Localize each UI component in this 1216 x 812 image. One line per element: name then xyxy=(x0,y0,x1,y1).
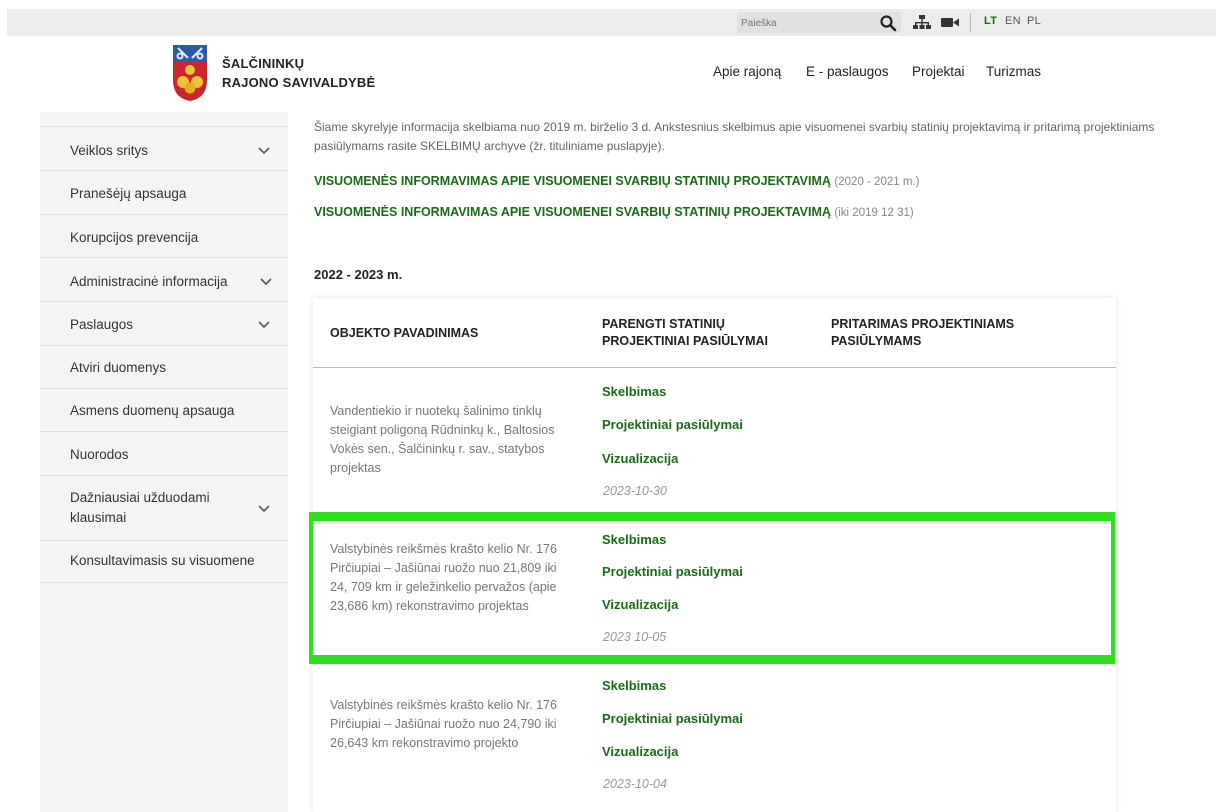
sidebar-item-label: Paslaugos xyxy=(70,317,134,332)
site-logo-text[interactable]: ŠALČININKŲ RAJONO SAVIVALDYBĖ xyxy=(222,54,375,92)
sidebar-item-pranesej-apsauga[interactable]: Pranešėjų apsauga xyxy=(40,171,288,215)
search-icon[interactable] xyxy=(879,14,897,32)
row-date: 2023-10-30 xyxy=(603,484,667,498)
coat-of-arms-logo[interactable] xyxy=(172,44,208,102)
archive-link-2020-2021[interactable]: VISUOMENĖS INFORMAVIMAS APIE VISUOMENEI … xyxy=(314,174,919,188)
sidebar-item-duk[interactable]: Dažniausiai užduodami klausimai xyxy=(40,476,288,541)
sidebar-item-veiklos-sritys[interactable]: Veiklos sritys xyxy=(40,127,288,171)
row-highlight-box xyxy=(309,512,1115,664)
sitemap-icon[interactable] xyxy=(912,14,932,31)
archive-link-text[interactable]: VISUOMENĖS INFORMAVIMAS APIE VISUOMENEI … xyxy=(314,174,831,188)
link-vizualizacija[interactable]: Vizualizacija xyxy=(602,744,678,759)
sidebar-item-label: Pranešėjų apsauga xyxy=(70,186,187,201)
nav-e-paslaugos[interactable]: E - paslaugos xyxy=(806,64,889,79)
sidebar-item-korupcijos-prevencija[interactable]: Korupcijos prevencija xyxy=(40,215,288,258)
chevron-down-icon[interactable] xyxy=(258,505,270,513)
lang-pl[interactable]: PL xyxy=(1027,15,1041,27)
sidebar-item-label: Konsultavimasis su visuomene xyxy=(70,553,255,568)
sidebar-item-atviri-duomenys[interactable]: Atviri duomenys xyxy=(40,346,288,389)
video-icon[interactable] xyxy=(940,14,960,31)
archive-link-iki-2019[interactable]: VISUOMENĖS INFORMAVIMAS APIE VISUOMENEI … xyxy=(314,205,914,219)
sidebar-item-partial[interactable] xyxy=(40,112,288,127)
project-name: Vandentiekio ir nuotekų šalinimo tinklų … xyxy=(330,404,555,475)
archive-link-note: (2020 - 2021 m.) xyxy=(834,176,920,188)
top-utility-bar: LT EN PL xyxy=(7,9,1216,36)
link-skelbimas[interactable]: Skelbimas xyxy=(602,678,666,693)
table-header-divider xyxy=(313,367,1116,368)
sidebar-item-label: Administracinė informacija xyxy=(70,274,228,289)
toolbar-divider xyxy=(970,13,971,32)
sidebar-item-administracine-informacija[interactable]: Administracinė informacija xyxy=(40,258,288,302)
link-projektiniai-pasiulymai[interactable]: Projektiniai pasiūlymai xyxy=(602,711,743,726)
chevron-down-icon[interactable] xyxy=(260,278,272,286)
sidebar-item-label: Atviri duomenys xyxy=(70,360,167,375)
row-date: 2023-10-04 xyxy=(603,777,667,791)
chevron-down-icon[interactable] xyxy=(258,147,270,155)
sidebar-item-label: Korupcijos prevencija xyxy=(70,230,199,245)
link-projektiniai-pasiulymai[interactable]: Projektiniai pasiūlymai xyxy=(602,417,743,432)
sidebar-menu: Veiklos sritys Pranešėjų apsauga Korupci… xyxy=(40,112,288,812)
chevron-down-icon[interactable] xyxy=(258,321,270,329)
intro-text: Šiame skyrelyje informacija skelbiama nu… xyxy=(314,120,1155,153)
sidebar-item-asmens-duomenu-apsauga[interactable]: Asmens duomenų apsauga xyxy=(40,389,288,432)
sidebar-item-label: Asmens duomenų apsauga xyxy=(70,403,235,418)
lang-en[interactable]: EN xyxy=(1005,15,1021,27)
year-heading: 2022 - 2023 m. xyxy=(314,267,403,282)
sidebar-item-konsultavimasis[interactable]: Konsultavimasis su visuomene xyxy=(40,541,288,583)
archive-link-text[interactable]: VISUOMENĖS INFORMAVIMAS APIE VISUOMENEI … xyxy=(314,205,831,219)
logo-line-2: RAJONO SAVIVALDYBĖ xyxy=(222,75,376,90)
site-header: ŠALČININKŲ RAJONO SAVIVALDYBĖ Apie rajon… xyxy=(0,36,1216,112)
link-vizualizacija[interactable]: Vizualizacija xyxy=(602,451,678,466)
column-header-object: OBJEKTO PAVADINIMAS xyxy=(330,326,479,340)
sidebar-item-label: Veiklos sritys xyxy=(70,143,149,158)
sidebar-item-label: Nuorodos xyxy=(70,447,129,462)
search-input[interactable] xyxy=(741,16,871,30)
nav-projektai[interactable]: Projektai xyxy=(912,64,965,79)
nav-turizmas[interactable]: Turizmas xyxy=(986,64,1041,79)
link-skelbimas[interactable]: Skelbimas xyxy=(602,384,666,399)
archive-link-note: (iki 2019 12 31) xyxy=(834,207,914,219)
sidebar-item-nuorodos[interactable]: Nuorodos xyxy=(40,432,288,476)
search-box[interactable] xyxy=(737,12,901,33)
nav-apie-rajona[interactable]: Apie rajoną xyxy=(713,64,781,79)
column-header-approval: PRITARIMAS PROJEKTINIAMS PASIŪLYMAMS xyxy=(831,317,1015,348)
column-header-proposals: PARENGTI STATINIŲ PROJEKTINIAI PASIŪLYMA… xyxy=(602,317,768,348)
logo-line-1: ŠALČININKŲ xyxy=(222,56,305,71)
lang-lt[interactable]: LT xyxy=(984,15,997,27)
project-name: Valstybinės reikšmės krašto kelio Nr. 17… xyxy=(330,698,557,750)
sidebar-item-label: Dažniausiai užduodami klausimai xyxy=(70,490,210,525)
sidebar-item-paslaugos[interactable]: Paslaugos xyxy=(40,302,288,346)
